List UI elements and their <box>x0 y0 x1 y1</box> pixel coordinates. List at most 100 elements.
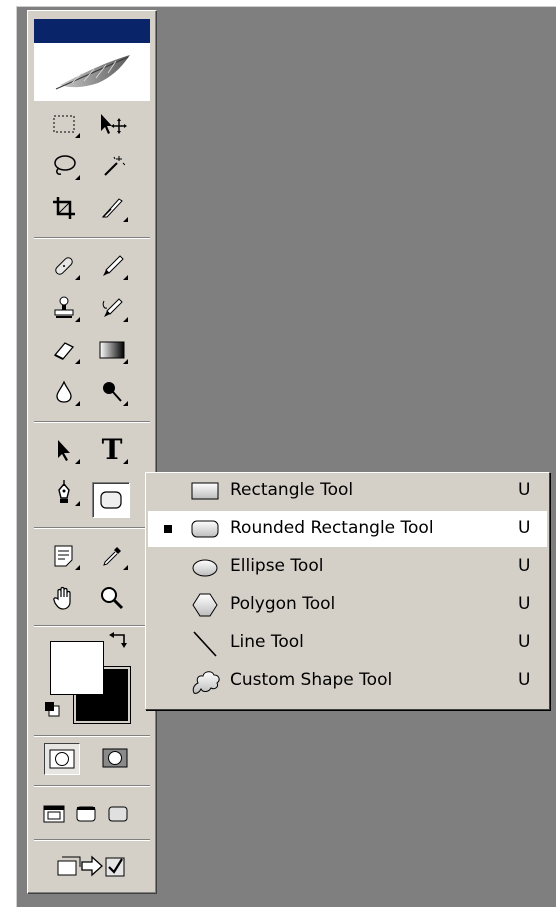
toolbox-divider <box>34 839 150 841</box>
submenu-indicator <box>75 133 80 138</box>
toolbox-divider <box>34 421 150 423</box>
feather-icon <box>55 55 130 90</box>
rectangle-icon <box>188 477 222 505</box>
lasso-icon <box>54 155 76 175</box>
note-icon <box>54 545 73 567</box>
jump-to-imageready-button[interactable] <box>50 849 130 883</box>
eraser-icon <box>53 342 75 360</box>
toolbox-divider <box>34 527 150 529</box>
standard-mode-button[interactable] <box>44 743 80 775</box>
menu-item-rounded-rectangle-tool[interactable]: Rounded Rectangle Tool U <box>148 511 547 547</box>
toolbox-title-bar[interactable] <box>34 19 150 43</box>
type-tool[interactable]: T <box>94 433 130 467</box>
blur-tool[interactable] <box>46 375 82 409</box>
crop-tool[interactable] <box>46 191 82 225</box>
hand-tool[interactable] <box>46 581 82 615</box>
full-screen-menu-mode-button[interactable] <box>72 799 100 829</box>
submenu-indicator <box>75 175 80 180</box>
dodge-icon <box>103 382 122 402</box>
eyedropper-tool[interactable] <box>94 539 130 573</box>
slice-icon <box>101 198 123 218</box>
clone-stamp-tool[interactable] <box>46 291 82 325</box>
standard-screen-mode-button[interactable] <box>40 799 68 829</box>
submenu-indicator <box>75 565 80 570</box>
magnifier-icon <box>101 587 124 610</box>
notes-tool[interactable] <box>46 539 82 573</box>
submenu-indicator <box>123 359 128 364</box>
full-screen-mode-button[interactable] <box>104 799 132 829</box>
hand-icon <box>53 586 71 610</box>
menu-item-rectangle-tool[interactable]: Rectangle Tool U <box>148 473 547 509</box>
path-selection-tool[interactable] <box>46 433 82 467</box>
bandage-icon <box>55 257 73 275</box>
selected-bullet-icon <box>164 525 172 533</box>
full-screen-icon <box>108 806 128 822</box>
menu-item-shortcut: U <box>518 518 531 538</box>
marquee-tool[interactable] <box>46 107 82 141</box>
menu-item-shortcut: U <box>518 480 531 500</box>
submenu-indicator <box>75 401 80 406</box>
menu-item-label: Rectangle Tool <box>230 480 354 500</box>
history-brush-icon <box>102 298 123 317</box>
menu-item-line-tool[interactable]: Line Tool U <box>148 625 547 661</box>
menu-item-shortcut: U <box>518 594 531 614</box>
menu-item-polygon-tool[interactable]: Polygon Tool U <box>148 587 547 623</box>
brush-icon <box>103 255 124 276</box>
submenu-indicator <box>123 275 128 280</box>
menu-item-ellipse-tool[interactable]: Ellipse Tool U <box>148 549 547 585</box>
history-brush-tool[interactable] <box>94 291 130 325</box>
submenu-indicator <box>75 501 80 506</box>
pen-icon <box>58 480 70 503</box>
submenu-indicator <box>75 275 80 280</box>
eraser-tool[interactable] <box>46 333 82 367</box>
healing-brush-tool[interactable] <box>46 249 82 283</box>
standard-mode-icon <box>49 749 75 769</box>
submenu-indicator <box>75 459 80 464</box>
type-icon: T <box>101 433 123 466</box>
stamp-icon <box>54 296 74 318</box>
menu-item-custom-shape-tool[interactable]: Custom Shape Tool U <box>148 663 547 699</box>
full-screen-menu-icon <box>76 806 96 822</box>
rounded-rectangle-icon <box>100 491 122 509</box>
gradient-tool[interactable] <box>94 333 130 367</box>
drop-icon <box>56 380 72 403</box>
brush-tool[interactable] <box>94 249 130 283</box>
zoom-tool[interactable] <box>94 581 130 615</box>
menu-item-shortcut: U <box>518 556 531 576</box>
submenu-indicator <box>75 359 80 364</box>
line-icon <box>188 629 222 657</box>
slice-tool[interactable] <box>94 191 130 225</box>
lasso-tool[interactable] <box>46 149 82 183</box>
default-colors-icon[interactable] <box>44 701 62 719</box>
menu-item-label: Ellipse Tool <box>230 556 324 576</box>
custom-shape-icon <box>188 667 222 695</box>
submenu-indicator <box>123 565 128 570</box>
pen-tool[interactable] <box>46 475 82 509</box>
move-tool[interactable] <box>94 107 130 141</box>
arrow-icon <box>58 440 70 461</box>
toolbox-divider <box>34 625 150 627</box>
quick-mask-mode-button[interactable] <box>98 743 132 773</box>
magic-wand-icon <box>104 156 125 176</box>
menu-item-label: Rounded Rectangle Tool <box>230 518 434 538</box>
standard-screen-icon <box>43 805 65 823</box>
foreground-color-swatch[interactable] <box>50 641 104 695</box>
feather-logo[interactable] <box>34 43 150 101</box>
menu-item-shortcut: U <box>518 632 531 652</box>
jump-to-imageready-icon <box>57 855 125 877</box>
submenu-indicator <box>123 317 128 322</box>
submenu-indicator <box>123 217 128 222</box>
move-icon <box>101 114 127 134</box>
menu-item-label: Polygon Tool <box>230 594 336 614</box>
menu-item-label: Custom Shape Tool <box>230 670 393 690</box>
magic-wand-tool[interactable] <box>94 149 130 183</box>
toolbox-divider <box>34 237 150 239</box>
ellipse-icon <box>188 553 222 581</box>
toolbox-divider <box>34 735 150 737</box>
shape-tool[interactable] <box>92 482 130 518</box>
swap-colors-icon[interactable] <box>108 629 130 651</box>
shape-tool-flyout-menu: Rectangle Tool U Rounded Rectangle Tool … <box>145 472 550 710</box>
dodge-tool[interactable] <box>94 375 130 409</box>
polygon-icon <box>188 591 222 619</box>
toolbox-panel: T <box>27 10 157 894</box>
